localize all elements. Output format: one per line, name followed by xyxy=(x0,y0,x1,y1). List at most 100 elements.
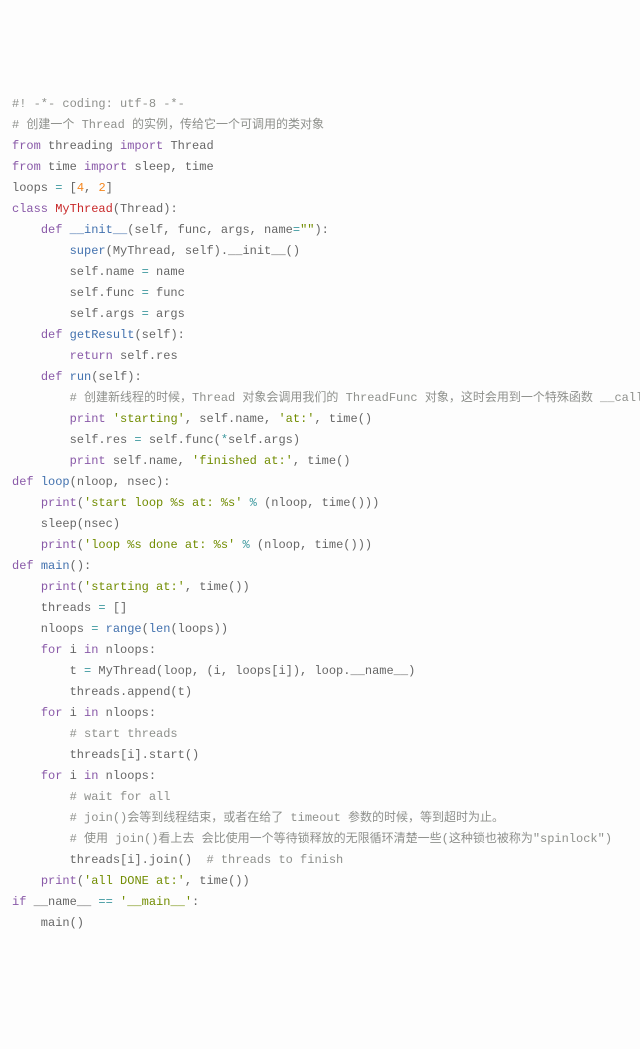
code-line: for i in nloops: xyxy=(12,766,628,787)
token-plain xyxy=(12,811,70,825)
token-plain: main() xyxy=(12,916,84,930)
token-cm: # threads to finish xyxy=(206,853,343,867)
token-plain: loops xyxy=(12,181,55,195)
token-plain: ( xyxy=(77,496,84,510)
token-plain xyxy=(62,370,69,384)
token-kw: import xyxy=(120,139,163,153)
token-st: 'start loop %s at: %s' xyxy=(84,496,242,510)
code-line: print('start loop %s at: %s' % (nloop, t… xyxy=(12,493,628,514)
token-plain xyxy=(34,559,41,573)
code-line: # start threads xyxy=(12,724,628,745)
token-plain: , time()) xyxy=(185,580,250,594)
token-plain: func xyxy=(149,286,185,300)
token-kw: in xyxy=(84,706,98,720)
code-line: # 创建新线程的时候，Thread 对象会调用我们的 ThreadFunc 对象… xyxy=(12,388,628,409)
token-plain xyxy=(12,538,41,552)
token-kw: def xyxy=(12,559,34,573)
token-plain: threads xyxy=(12,601,98,615)
token-st: 'loop %s done at: %s' xyxy=(84,538,235,552)
token-plain xyxy=(98,622,105,636)
token-plain xyxy=(12,706,41,720)
token-kw: in xyxy=(84,769,98,783)
token-plain xyxy=(12,832,70,846)
token-plain xyxy=(12,580,41,594)
token-plain: threads[i].join() xyxy=(12,853,206,867)
token-plain: (MyThread, self).__init__() xyxy=(106,244,300,258)
token-kw: in xyxy=(84,643,98,657)
token-plain: time xyxy=(41,160,84,174)
code-line: from threading import Thread xyxy=(12,136,628,157)
token-kw: for xyxy=(41,706,63,720)
token-op: = xyxy=(134,433,141,447)
token-plain xyxy=(62,328,69,342)
token-plain xyxy=(12,727,70,741)
token-plain xyxy=(34,475,41,489)
token-plain: ] xyxy=(106,181,113,195)
token-plain: , time()) xyxy=(185,874,250,888)
token-plain xyxy=(12,370,41,384)
code-line: #! -*- coding: utf-8 -*- xyxy=(12,94,628,115)
token-kw: def xyxy=(41,223,63,237)
token-op: % xyxy=(242,538,249,552)
code-line: # 使用 join()看上去 会比使用一个等待锁释放的无限循环清楚一些(这种锁也… xyxy=(12,829,628,850)
token-plain: i xyxy=(62,706,84,720)
token-fn: __init__ xyxy=(70,223,128,237)
token-plain: [ xyxy=(62,181,76,195)
token-plain xyxy=(12,496,41,510)
token-plain xyxy=(242,496,249,510)
token-kw: from xyxy=(12,139,41,153)
token-op: = xyxy=(142,307,149,321)
token-plain: self.func xyxy=(12,286,142,300)
token-plain: (loops)) xyxy=(170,622,228,636)
token-cm: #! -*- coding: utf-8 -*- xyxy=(12,97,185,111)
token-plain xyxy=(12,391,70,405)
token-op: = xyxy=(98,601,105,615)
token-op: = xyxy=(142,265,149,279)
code-line: print('loop %s done at: %s' % (nloop, ti… xyxy=(12,535,628,556)
code-line: threads[i].join() # threads to finish xyxy=(12,850,628,871)
token-plain: (self, func, args, name xyxy=(127,223,293,237)
token-plain: , xyxy=(84,181,98,195)
token-plain: self.args) xyxy=(228,433,300,447)
code-line: print('all DONE at:', time()) xyxy=(12,871,628,892)
code-line: self.name = name xyxy=(12,262,628,283)
token-bi: len xyxy=(149,622,171,636)
token-plain: (self): xyxy=(91,370,141,384)
token-plain: nloops: xyxy=(98,643,156,657)
token-cls: MyThread xyxy=(55,202,113,216)
token-plain: self.args xyxy=(12,307,142,321)
token-plain: t xyxy=(12,664,84,678)
token-plain: (nloop, time())) xyxy=(257,496,379,510)
token-op: * xyxy=(221,433,228,447)
code-line: def loop(nloop, nsec): xyxy=(12,472,628,493)
token-op: = xyxy=(293,223,300,237)
code-line: sleep(nsec) xyxy=(12,514,628,535)
code-line: def run(self): xyxy=(12,367,628,388)
token-st: "" xyxy=(300,223,314,237)
code-line: for i in nloops: xyxy=(12,640,628,661)
token-plain xyxy=(106,412,113,426)
token-plain: ( xyxy=(142,622,149,636)
token-kw: print xyxy=(41,874,77,888)
token-op: = xyxy=(142,286,149,300)
code-line: print('starting at:', time()) xyxy=(12,577,628,598)
token-st: 'all DONE at:' xyxy=(84,874,185,888)
code-line: self.func = func xyxy=(12,283,628,304)
token-plain: self.name xyxy=(12,265,142,279)
token-plain xyxy=(12,790,70,804)
token-st: 'starting at:' xyxy=(84,580,185,594)
token-plain xyxy=(12,769,41,783)
token-cm: # start threads xyxy=(70,727,178,741)
code-line: return self.res xyxy=(12,346,628,367)
token-kw: print xyxy=(41,538,77,552)
token-plain: nloops xyxy=(12,622,91,636)
token-kw: print xyxy=(41,496,77,510)
code-line: def getResult(self): xyxy=(12,325,628,346)
token-nm: 4 xyxy=(77,181,84,195)
token-fn: loop xyxy=(41,475,70,489)
code-line: class MyThread(Thread): xyxy=(12,199,628,220)
token-plain: self.name, xyxy=(106,454,192,468)
token-fn: run xyxy=(70,370,92,384)
token-plain: name xyxy=(149,265,185,279)
code-line: self.args = args xyxy=(12,304,628,325)
